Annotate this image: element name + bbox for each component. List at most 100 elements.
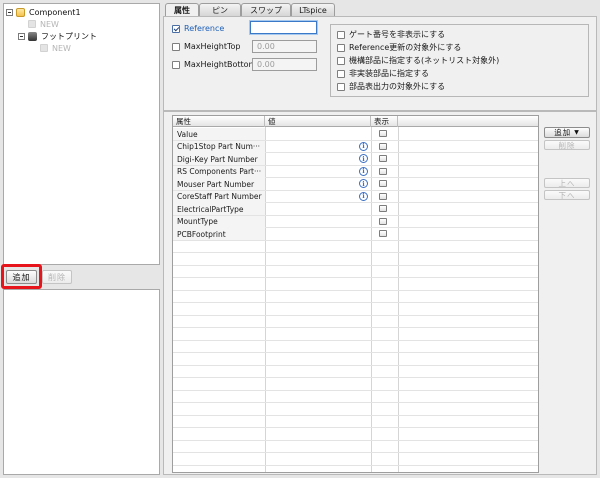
collapse-toggle-icon[interactable]: [6, 8, 13, 16]
empty-row: [173, 453, 538, 466]
empty-row: [173, 266, 538, 278]
maxheightbottom-input[interactable]: 0.00: [252, 58, 317, 71]
option-checkbox[interactable]: [337, 30, 345, 39]
option-exclude-reference-update[interactable]: Reference更新の対象外にする: [337, 42, 461, 53]
dropdown-caret-icon: ▼: [574, 129, 580, 136]
table-row[interactable]: ElectricalPartType: [173, 203, 538, 216]
tree-node-footprint-new[interactable]: NEW: [40, 42, 71, 54]
attribute-value-cell[interactable]: [266, 128, 371, 140]
attribute-name-cell: Digi-Key Part Number: [173, 153, 265, 165]
attr-add-label: 追加: [554, 128, 572, 137]
maxheighttop-option[interactable]: MaxHeightTop: [172, 42, 240, 51]
info-icon[interactable]: i: [359, 141, 368, 151]
empty-row: [173, 278, 538, 291]
attribute-grid[interactable]: 属性 値 表示 Value Chip1Stop Part Num··· i Digi-…: [172, 115, 539, 473]
show-checkbox[interactable]: [379, 155, 387, 162]
move-down-button[interactable]: 下へ: [544, 190, 590, 200]
tree-node-component[interactable]: Component1: [6, 6, 81, 18]
maxheighttop-input[interactable]: 0.00: [252, 40, 317, 53]
table-row[interactable]: RS Components Part··· i: [173, 165, 538, 178]
empty-row: [173, 378, 538, 391]
reference-input[interactable]: [250, 21, 317, 34]
option-checkbox[interactable]: [337, 82, 345, 91]
show-checkbox[interactable]: [379, 230, 387, 237]
empty-row: [173, 291, 538, 303]
empty-row: [173, 403, 538, 416]
attribute-name-cell: Value: [173, 128, 265, 140]
collapse-toggle-icon[interactable]: [18, 32, 25, 40]
info-icon[interactable]: i: [359, 179, 368, 188]
new-item-icon: [28, 20, 36, 28]
option-exclude-bom[interactable]: 部品表出力の対象外にする: [337, 81, 445, 92]
attribute-value-cell[interactable]: [266, 203, 371, 215]
empty-row: [173, 328, 538, 341]
attribute-value-cell[interactable]: [266, 141, 371, 153]
show-checkbox[interactable]: [379, 142, 387, 150]
maxheighttop-checkbox[interactable]: [172, 42, 180, 51]
highlight-annotation: [1, 264, 42, 289]
table-row[interactable]: Digi-Key Part Number i: [173, 153, 538, 166]
show-checkbox[interactable]: [379, 180, 387, 187]
component-tree[interactable]: Component1 NEW フットプリント NEW: [3, 3, 160, 265]
info-icon[interactable]: i: [359, 154, 368, 163]
option-checkbox[interactable]: [337, 43, 345, 52]
table-row[interactable]: MountType: [173, 215, 538, 228]
option-label: 機構部品に指定する(ネットリスト対象外): [349, 56, 500, 65]
attribute-value-cell[interactable]: [266, 216, 371, 228]
show-checkbox[interactable]: [379, 167, 387, 175]
show-checkbox[interactable]: [379, 130, 387, 137]
reference-checkbox[interactable]: [172, 24, 180, 33]
maxheightbottom-checkbox[interactable]: [172, 60, 180, 69]
tab-swap[interactable]: スワップ: [241, 3, 291, 16]
attribute-value-cell[interactable]: [266, 191, 371, 203]
footprint-icon: [28, 31, 37, 41]
header-show[interactable]: 表示: [371, 116, 398, 127]
attribute-value-cell[interactable]: [266, 228, 371, 240]
header-value[interactable]: 値: [265, 116, 371, 127]
empty-row: [173, 253, 538, 266]
show-checkbox[interactable]: [379, 205, 387, 212]
attr-add-button[interactable]: 追加 ▼: [544, 127, 590, 138]
item-list-panel[interactable]: [3, 289, 160, 475]
attribute-value-cell[interactable]: [266, 178, 371, 190]
delete-button[interactable]: 削除: [42, 270, 72, 284]
tree-node-new[interactable]: NEW: [28, 18, 59, 30]
empty-row: [173, 366, 538, 378]
attribute-value-cell[interactable]: [266, 166, 371, 178]
option-checkbox[interactable]: [337, 69, 345, 78]
empty-row: [173, 391, 538, 403]
attr-delete-button[interactable]: 削除: [544, 140, 590, 150]
tab-ltspice[interactable]: LTspice: [291, 3, 335, 16]
tree-node-footprint[interactable]: フットプリント: [18, 30, 97, 42]
empty-row: [173, 341, 538, 353]
option-not-mounted[interactable]: 非実装部品に指定する: [337, 68, 429, 79]
table-row[interactable]: Chip1Stop Part Num··· i: [173, 140, 538, 153]
option-checkbox[interactable]: [337, 56, 345, 65]
info-icon[interactable]: i: [359, 191, 368, 201]
new-item-icon: [40, 44, 48, 52]
attribute-name-cell: MountType: [173, 215, 265, 228]
reference-option[interactable]: Reference: [172, 24, 224, 33]
option-label: ゲート番号を非表示にする: [349, 30, 446, 39]
maxheightbottom-option[interactable]: MaxHeightBottom: [172, 60, 256, 69]
option-label: 部品表出力の対象外にする: [349, 82, 446, 91]
header-attribute[interactable]: 属性: [173, 116, 265, 127]
tab-pins[interactable]: ピン: [199, 3, 241, 16]
attribute-value-cell[interactable]: [266, 153, 371, 165]
table-row[interactable]: Mouser Part Number i: [173, 178, 538, 191]
show-checkbox[interactable]: [379, 217, 387, 225]
attribute-name-cell: CoreStaff Part Number: [173, 190, 265, 203]
grid-header: 属性 値 表示: [173, 116, 538, 127]
option-mechanical-part[interactable]: 機構部品に指定する(ネットリスト対象外): [337, 55, 499, 66]
table-row[interactable]: Value: [173, 128, 538, 141]
move-up-button[interactable]: 上へ: [544, 178, 590, 188]
info-icon[interactable]: i: [359, 166, 368, 176]
attribute-name-cell: ElectricalPartType: [173, 203, 265, 215]
table-row[interactable]: PCBFootprint: [173, 228, 538, 241]
show-checkbox[interactable]: [379, 192, 387, 200]
option-hide-gate-number[interactable]: ゲート番号を非表示にする: [337, 29, 445, 40]
attribute-name-cell: Mouser Part Number: [173, 178, 265, 190]
empty-row: [173, 353, 538, 366]
table-row[interactable]: CoreStaff Part Number i: [173, 190, 538, 203]
tab-attributes[interactable]: 属性: [165, 3, 199, 17]
